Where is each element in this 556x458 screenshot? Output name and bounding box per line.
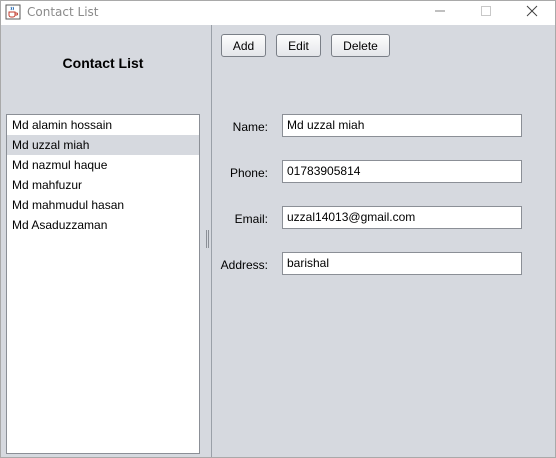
maximize-icon [480, 5, 492, 20]
list-item[interactable]: Md mahmudul hasan [7, 195, 199, 215]
delete-button[interactable]: Delete [331, 34, 390, 57]
email-label: Email: [234, 212, 268, 226]
address-label: Address: [220, 258, 268, 272]
java-cup-icon [5, 4, 21, 20]
panel-heading: Contact List [62, 55, 144, 71]
list-item[interactable]: Md nazmul haque [7, 155, 199, 175]
address-field[interactable]: barishal [282, 252, 522, 275]
email-field[interactable]: uzzal14013@gmail.com [282, 206, 522, 229]
phone-field[interactable]: 01783905814 [282, 160, 522, 183]
window-title: Contact List [27, 5, 99, 19]
maximize-button[interactable] [463, 1, 509, 24]
divider-line [211, 25, 212, 457]
name-field[interactable]: Md uzzal miah [282, 114, 522, 137]
minimize-icon [434, 5, 446, 20]
minimize-button[interactable] [417, 1, 463, 24]
divider-grip-icon[interactable] [206, 230, 209, 248]
name-label: Name: [232, 120, 268, 134]
contact-list[interactable]: Md alamin hossain Md uzzal miah Md nazmu… [6, 114, 200, 454]
add-button[interactable]: Add [221, 34, 266, 57]
contact-list-panel: Contact List Md alamin hossain Md uzzal … [1, 25, 205, 457]
list-item[interactable]: Md mahfuzur [7, 175, 199, 195]
list-item[interactable]: Md alamin hossain [7, 115, 199, 135]
content-area: Contact List Md alamin hossain Md uzzal … [1, 25, 555, 457]
list-item[interactable]: Md Asaduzzaman [7, 215, 199, 235]
title-bar[interactable]: Contact List [1, 1, 555, 24]
edit-button[interactable]: Edit [276, 34, 321, 57]
close-button[interactable] [509, 1, 555, 24]
phone-label: Phone: [229, 166, 268, 180]
app-window: Contact List Contact List Md alamin hoss… [0, 0, 556, 458]
list-item-selected[interactable]: Md uzzal miah [7, 135, 199, 155]
close-icon [526, 5, 538, 20]
